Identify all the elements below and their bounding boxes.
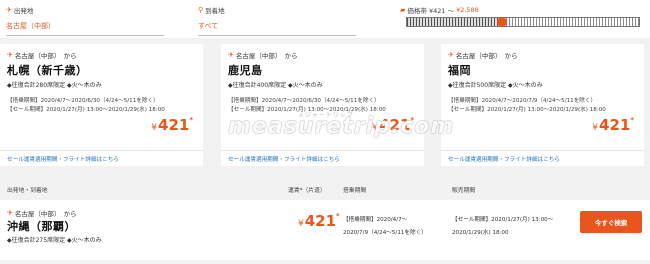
airplane-icon: ✈ — [448, 50, 454, 59]
boarding-period: 【搭乗期間】2020/4/7～ 2020/7/9（4/24～5/11を除く） — [343, 214, 438, 240]
boarding-period-line: 2020/7/9（4/24～5/11を除く） — [343, 230, 427, 236]
price-slider-handle[interactable] — [497, 17, 508, 27]
arrival-value[interactable]: すべて — [198, 21, 356, 31]
column-fare: 運賃*（片道） — [288, 188, 326, 194]
fare-details-link[interactable]: セール運賃適用期間・フライト詳細はこちら — [441, 150, 644, 166]
currency-symbol: ¥ — [298, 219, 304, 229]
fare-price: ¥421* — [372, 116, 414, 134]
column-route: 出発地・到着地 — [7, 188, 48, 194]
sale-period: 【セール期間】2020/1/27(月) 13:00～2020/1/29(水) 1… — [448, 106, 606, 113]
column-boarding: 搭乗期間 — [343, 188, 367, 194]
price-value: 421 — [304, 212, 337, 230]
airplane-icon: ✈ — [6, 5, 12, 14]
destination-name: 福岡 — [448, 64, 471, 77]
departure-value[interactable]: 名古屋（中部） — [6, 21, 164, 31]
column-sale: 販売期間 — [452, 188, 476, 194]
fare-price: ¥421* — [298, 212, 340, 230]
search-now-button[interactable]: 今すぐ検索 — [580, 211, 642, 233]
seat-limit-text: ◆往復合計400席限定 ◆火～木のみ — [228, 82, 323, 89]
origin-text: 名古屋（中部） から — [14, 52, 77, 60]
currency-symbol: ¥ — [592, 123, 599, 133]
boarding-period-line: 【搭乗期間】2020/4/7～ — [343, 217, 408, 223]
sale-period: 【セール期間】2020/1/27(月) 13:00～2020/1/29(水) 1… — [7, 106, 165, 113]
period-text: 【搭乗期間】2020/4/7～2020/7/9（4/24～5/11を除く） 【セ… — [448, 97, 637, 114]
price-asterisk: * — [410, 116, 414, 124]
origin-text: 名古屋（中部） から — [455, 52, 518, 60]
seat-limit-text: ◆往復合計280席限定 ◆火～木のみ — [7, 82, 102, 89]
airplane-icon: ✈ — [7, 208, 13, 217]
fare-list-header: 出発地・到着地 運賃*（片道） 搭乗期間 販売期間 — [0, 185, 650, 197]
sale-period-line: 2020/1/29(水) 18:00 — [452, 230, 509, 236]
divider — [198, 35, 356, 36]
airplane-icon: ✈ — [228, 50, 234, 59]
destination-name: 鹿児島 — [228, 64, 263, 77]
origin-text: 名古屋（中部） から — [235, 52, 298, 60]
departure-label: 出発地 — [13, 7, 34, 15]
boarding-period: 【搭乗期間】2020/4/7～2020/7/9（4/24～5/11を除く） — [448, 98, 597, 104]
price-slider-fill — [407, 18, 503, 26]
price-asterisk: * — [189, 116, 193, 124]
boarding-period: 【搭乗期間】2020/4/7～2020/6/30（4/24～5/11を除く） — [7, 98, 159, 104]
origin-text: 名古屋（中部） から — [14, 210, 77, 218]
destination-name: 札幌（新千歳） — [7, 64, 88, 77]
fare-price: ¥421* — [592, 116, 634, 134]
airplane-icon: ✈ — [7, 50, 13, 59]
destination-name: 沖縄（那覇） — [7, 220, 76, 233]
fare-details-link[interactable]: セール運賃適用期間・フライト詳細はこちら — [0, 150, 203, 166]
search-filter-bar: ✈ 出発地 名古屋（中部） ⚲ 到着地 すべて ▰ 価格帯 ¥421 ～ ¥2,… — [0, 0, 650, 38]
fare-card[interactable]: ✈ 名古屋（中部） から 福岡 ◆往復合計500席限定 ◆火～木のみ 【搭乗期間】… — [441, 44, 644, 166]
fare-details-link[interactable]: セール運賃適用期間・フライト詳細はこちら — [221, 150, 424, 166]
location-pin-icon: ⚲ — [198, 5, 204, 14]
price-range-label: 価格帯 ¥421 ～ — [407, 7, 455, 15]
divider — [6, 35, 164, 36]
price-range-max: ¥2,588 — [456, 6, 479, 14]
price-tag-icon: ▰ — [400, 5, 406, 14]
arrival-label: 到着地 — [205, 7, 225, 15]
fare-price: ¥421* — [151, 116, 193, 134]
period-text: 【搭乗期間】2020/4/7～2020/6/30（4/24～5/11を除く） 【… — [228, 97, 417, 114]
seat-limit-text: ◆往復合計500席限定 ◆火～木のみ — [448, 82, 543, 89]
price-value: 421 — [158, 116, 190, 134]
price-range-filter: ▰ 価格帯 ¥421 ～ ¥2,588 — [400, 5, 644, 27]
price-asterisk: * — [336, 212, 340, 220]
fare-list-row: ✈ 名古屋（中部） から 沖縄（那覇） ◆往復合計275席限定 ◆火～木のみ ¥4… — [0, 200, 650, 260]
departure-selector[interactable]: ✈ 出発地 名古屋（中部） — [6, 5, 164, 36]
price-value: 421 — [379, 116, 411, 134]
price-slider[interactable] — [406, 17, 640, 27]
fare-card[interactable]: ✈ 名古屋（中部） から 鹿児島 ◆往復合計400席限定 ◆火～木のみ 【搭乗期間… — [221, 44, 424, 166]
price-value: 421 — [599, 116, 631, 134]
boarding-period: 【搭乗期間】2020/4/7～2020/6/30（4/24～5/11を除く） — [228, 98, 380, 104]
sale-period: 【セール期間】2020/1/27(月) 13:00～2020/1/29(水) 1… — [228, 106, 386, 113]
sale-period-line: 【セール期間】2020/1/27(月) 13:00～ — [452, 217, 554, 223]
arrival-selector[interactable]: ⚲ 到着地 すべて — [198, 5, 356, 36]
currency-symbol: ¥ — [372, 123, 379, 133]
sale-period: 【セール期間】2020/1/27(月) 13:00～ 2020/1/29(水) … — [452, 214, 570, 240]
currency-symbol: ¥ — [151, 123, 158, 133]
period-text: 【搭乗期間】2020/4/7～2020/6/30（4/24～5/11を除く） 【… — [7, 97, 196, 114]
fare-card[interactable]: ✈ 名古屋（中部） から 札幌（新千歳） ◆往復合計280席限定 ◆火～木のみ 【… — [0, 44, 203, 166]
seat-limit-text: ◆往復合計275席限定 ◆火～木のみ — [7, 237, 102, 244]
price-asterisk: * — [630, 116, 634, 124]
